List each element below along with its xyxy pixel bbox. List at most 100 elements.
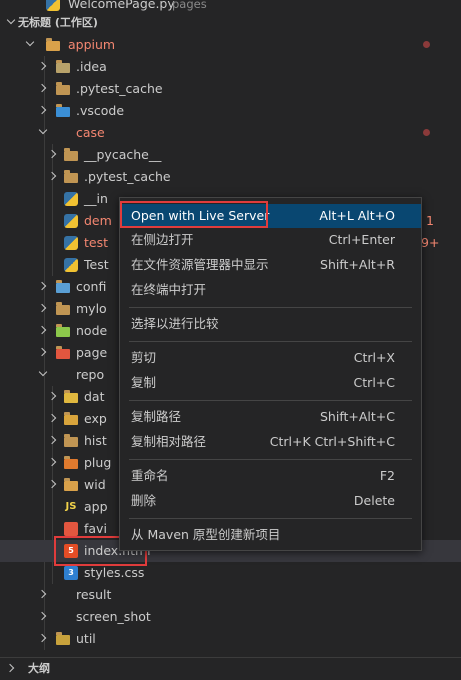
chevron-right-icon <box>48 386 58 408</box>
favicon-file-icon <box>64 522 78 536</box>
tree-item-label: app <box>84 499 108 514</box>
data-folder-icon <box>64 390 78 403</box>
tree-item-label: wid <box>84 477 106 492</box>
python-file-icon <box>46 0 60 11</box>
chevron-right-icon <box>38 606 48 628</box>
menu-item-label: 剪切 <box>131 350 157 365</box>
problem-count-badge: 9+ <box>421 235 440 250</box>
tree-item-label: .pytest_cache <box>84 169 171 184</box>
widget-folder-icon <box>64 478 78 491</box>
chevron-right-icon <box>48 144 58 166</box>
problem-count-badge: 1 <box>426 213 434 228</box>
menu-item-shortcut: Ctrl+Enter <box>328 232 395 247</box>
chevron-down-icon <box>38 122 48 144</box>
folder-icon <box>56 302 70 315</box>
tree-item-label: hist <box>84 433 107 448</box>
js-file-icon: JS <box>65 501 77 512</box>
menu-item-shortcut: Ctrl+X <box>353 350 395 365</box>
tree-item-pytest-cache[interactable]: .pytest_cache <box>0 78 461 100</box>
modified-dot <box>423 41 430 48</box>
tree-item-vscode[interactable]: .vscode <box>0 100 461 122</box>
menu-item-open-to-side[interactable]: 在侧边打开 Ctrl+Enter <box>120 228 421 252</box>
tree-item-label: dem <box>84 213 112 228</box>
menu-item-copy-path[interactable]: 复制路径 Shift+Alt+C <box>120 405 421 429</box>
tree-item-pytest-cache[interactable]: .pytest_cache <box>0 166 461 188</box>
folder-icon <box>64 148 78 161</box>
modified-dot <box>423 129 430 136</box>
chevron-right-icon <box>48 166 58 188</box>
chevron-right-icon <box>48 430 58 452</box>
menu-item-open-in-terminal[interactable]: 在终端中打开 <box>120 278 421 302</box>
tree-item-pycache[interactable]: __pycache__ <box>0 144 461 166</box>
tree-item-label: util <box>76 631 96 646</box>
tree-item-label: __in <box>84 191 108 206</box>
plugin-folder-icon <box>64 456 78 469</box>
menu-separator <box>129 459 412 460</box>
tree-item-appium[interactable]: appium <box>0 34 461 56</box>
menu-item-label: 在文件资源管理器中显示 <box>131 257 269 272</box>
tree-item-result[interactable]: result <box>0 584 461 606</box>
tree-item-label: __pycache__ <box>84 147 162 162</box>
menu-item-label: 删除 <box>131 493 157 508</box>
menu-item-shortcut: Ctrl+C <box>353 375 395 390</box>
menu-item-shortcut: F2 <box>379 468 395 483</box>
python-file-icon <box>64 214 78 228</box>
tree-item-label: Test <box>84 257 109 272</box>
tree-item-label: exp <box>84 411 107 426</box>
tree-item-label: mylo <box>76 301 107 316</box>
chevron-right-icon <box>6 658 16 680</box>
menu-item-label: 复制相对路径 <box>131 434 207 449</box>
css-file-icon: 3 <box>64 566 78 580</box>
menu-item-delete[interactable]: 删除 Delete <box>120 489 421 513</box>
menu-item-rename[interactable]: 重命名 F2 <box>120 464 421 488</box>
chevron-right-icon <box>38 320 48 342</box>
folder-icon <box>64 170 78 183</box>
python-file-icon <box>64 258 78 272</box>
menu-item-maven-archetype[interactable]: 从 Maven 原型创建新项目 <box>120 523 421 547</box>
export-folder-icon <box>64 412 78 425</box>
tree-item-label: page <box>76 345 108 360</box>
idea-folder-icon <box>56 60 70 73</box>
chevron-right-icon <box>38 584 48 606</box>
menu-item-shortcut: Shift+Alt+R <box>320 257 395 272</box>
chevron-right-icon <box>38 78 48 100</box>
menu-item-label: 从 Maven 原型创建新项目 <box>131 527 281 542</box>
workspace-header[interactable]: 无标题 (工作区) <box>0 12 461 34</box>
menu-item-shortcut: Ctrl+K Ctrl+Shift+C <box>269 434 395 449</box>
menu-item-copy-relative-path[interactable]: 复制相对路径 Ctrl+K Ctrl+Shift+C <box>120 430 421 454</box>
node-folder-icon <box>56 324 70 337</box>
appium-folder-icon <box>46 38 60 51</box>
tree-item-idea[interactable]: .idea <box>0 56 461 78</box>
menu-item-copy[interactable]: 复制 Ctrl+C <box>120 371 421 395</box>
chevron-down-icon <box>25 34 35 56</box>
menu-item-label: 复制路径 <box>131 409 182 424</box>
tree-item-screen-shot[interactable]: screen_shot <box>0 606 461 628</box>
tree-item-label: repo <box>76 367 105 382</box>
pages-folder-icon <box>56 346 70 359</box>
config-folder-icon <box>56 280 70 293</box>
vscode-folder-icon <box>56 104 70 117</box>
chevron-right-icon <box>38 298 48 320</box>
menu-item-label: 重命名 <box>131 468 169 483</box>
menu-separator <box>129 341 412 342</box>
tree-item-label: plug <box>84 455 112 470</box>
folder-icon <box>56 82 70 95</box>
tree-item-label: dat <box>84 389 105 404</box>
tree-item-case[interactable]: case <box>0 122 461 144</box>
util-folder-icon <box>56 632 70 645</box>
chevron-right-icon <box>48 474 58 496</box>
outline-title: 大纲 <box>28 662 50 675</box>
tree-item-label: node <box>76 323 108 338</box>
chevron-right-icon <box>38 342 48 364</box>
tree-item-label: .vscode <box>76 103 125 118</box>
workspace-title: 无标题 (工作区) <box>18 16 98 29</box>
menu-item-reveal-in-explorer[interactable]: 在文件资源管理器中显示 Shift+Alt+R <box>120 253 421 277</box>
menu-item-select-for-compare[interactable]: 选择以进行比较 <box>120 312 421 336</box>
menu-item-cut[interactable]: 剪切 Ctrl+X <box>120 346 421 370</box>
menu-item-shortcut: Shift+Alt+C <box>319 409 395 424</box>
menu-item-shortcut: Delete <box>353 493 395 508</box>
chevron-down-icon <box>38 364 48 386</box>
annotation-box <box>120 201 268 228</box>
menu-item-label: 选择以进行比较 <box>131 316 219 331</box>
tree-item-util[interactable]: util <box>0 628 461 650</box>
